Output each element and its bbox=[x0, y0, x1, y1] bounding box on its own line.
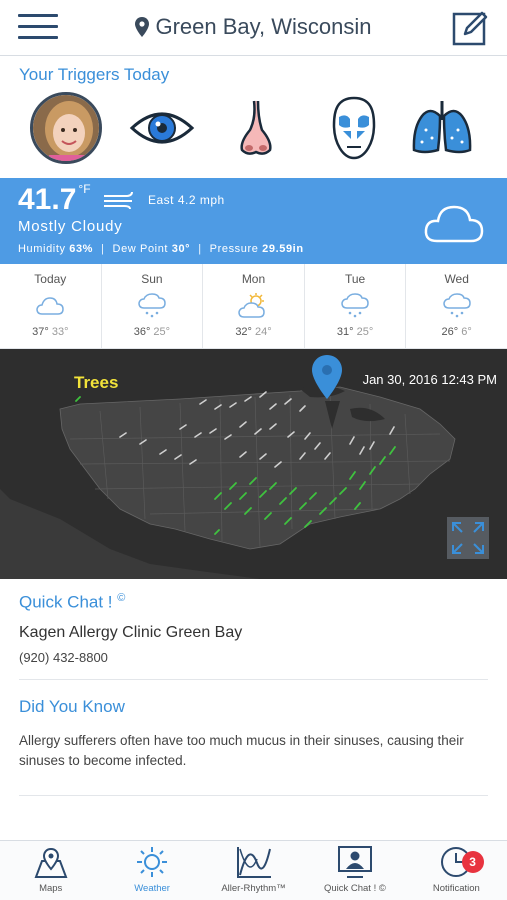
tab-aller-rhythm[interactable]: Aller-Rhythm™ bbox=[203, 841, 304, 900]
divider bbox=[19, 679, 488, 680]
tab-notification[interactable]: Notification 3 bbox=[406, 841, 507, 900]
chart-icon bbox=[203, 841, 304, 879]
clinic-name[interactable]: Kagen Allergy Clinic Green Bay bbox=[19, 624, 242, 642]
doctor-icon bbox=[304, 841, 405, 879]
wind-speed: East 4.2 mph bbox=[148, 193, 225, 207]
forecast-day[interactable]: Wed 26° 6° bbox=[406, 264, 507, 348]
forecast-day[interactable]: Today 37° 33° bbox=[0, 264, 102, 348]
tab-quick-chat[interactable]: Quick Chat ! © bbox=[304, 841, 405, 900]
quick-chat-heading[interactable]: Quick Chat ! © bbox=[19, 592, 125, 613]
clinic-phone[interactable]: (920) 432-8800 bbox=[19, 650, 108, 665]
edit-note-icon[interactable] bbox=[451, 8, 489, 46]
current-weather-panel[interactable]: 41.7 °F East 4.2 mph Mostly Cloudy Humidi… bbox=[0, 178, 507, 264]
did-you-know-text: Allergy sufferers often have too much mu… bbox=[19, 733, 464, 768]
temperature: 41.7 °F bbox=[18, 182, 91, 216]
sun-icon bbox=[101, 841, 202, 879]
forecast-day[interactable]: Mon 32° 24° bbox=[203, 264, 305, 348]
sinus-face-icon[interactable] bbox=[318, 92, 390, 164]
cloud-icon bbox=[0, 292, 101, 320]
app-header: Green Bay, Wisconsin bbox=[0, 0, 507, 56]
location-label: Green Bay, Wisconsin bbox=[155, 14, 372, 39]
expand-icon[interactable] bbox=[447, 517, 489, 559]
map-layer-label: Trees bbox=[74, 373, 119, 392]
location-title[interactable]: Green Bay, Wisconsin bbox=[0, 14, 507, 43]
snow-cloud-icon bbox=[406, 292, 507, 320]
clock-icon bbox=[406, 841, 507, 879]
weather-condition: Mostly Cloudy bbox=[18, 218, 123, 235]
triggers-heading: Your Triggers Today bbox=[19, 65, 170, 84]
nose-icon[interactable] bbox=[220, 92, 292, 164]
wind-icon bbox=[102, 190, 136, 215]
tab-weather[interactable]: Weather bbox=[101, 841, 202, 900]
triggers-row bbox=[0, 92, 507, 168]
divider bbox=[19, 795, 488, 796]
weather-stats: Humidity 63% | Dew Point 30° | Pressure 29.5… bbox=[18, 243, 304, 255]
lungs-icon[interactable] bbox=[406, 92, 478, 164]
map-timestamp: Jan 30, 2016 12:43 PM bbox=[362, 372, 497, 387]
eye-icon[interactable] bbox=[126, 92, 198, 164]
cloud-icon bbox=[423, 200, 485, 249]
avatar[interactable] bbox=[30, 92, 102, 164]
location-pin-icon bbox=[135, 17, 150, 43]
pollen-map[interactable]: Trees Jan 30, 2016 12:43 PM bbox=[0, 349, 507, 579]
map-icon bbox=[0, 841, 101, 879]
tab-maps[interactable]: Maps bbox=[0, 841, 101, 900]
snow-cloud-icon bbox=[305, 292, 406, 320]
notification-badge: 3 bbox=[461, 851, 484, 873]
forecast-strip: Today 37° 33° Sun 36° 25° Mon 32° 24° Tu… bbox=[0, 264, 507, 349]
did-you-know-heading: Did You Know bbox=[19, 697, 125, 716]
bottom-tab-bar: Maps Weather Aller-Rhythm™ Quick Chat ! … bbox=[0, 840, 507, 900]
snow-cloud-icon bbox=[102, 292, 203, 320]
partly-sunny-icon bbox=[203, 292, 304, 320]
forecast-day[interactable]: Sun 36° 25° bbox=[102, 264, 204, 348]
forecast-day[interactable]: Tue 31° 25° bbox=[305, 264, 407, 348]
